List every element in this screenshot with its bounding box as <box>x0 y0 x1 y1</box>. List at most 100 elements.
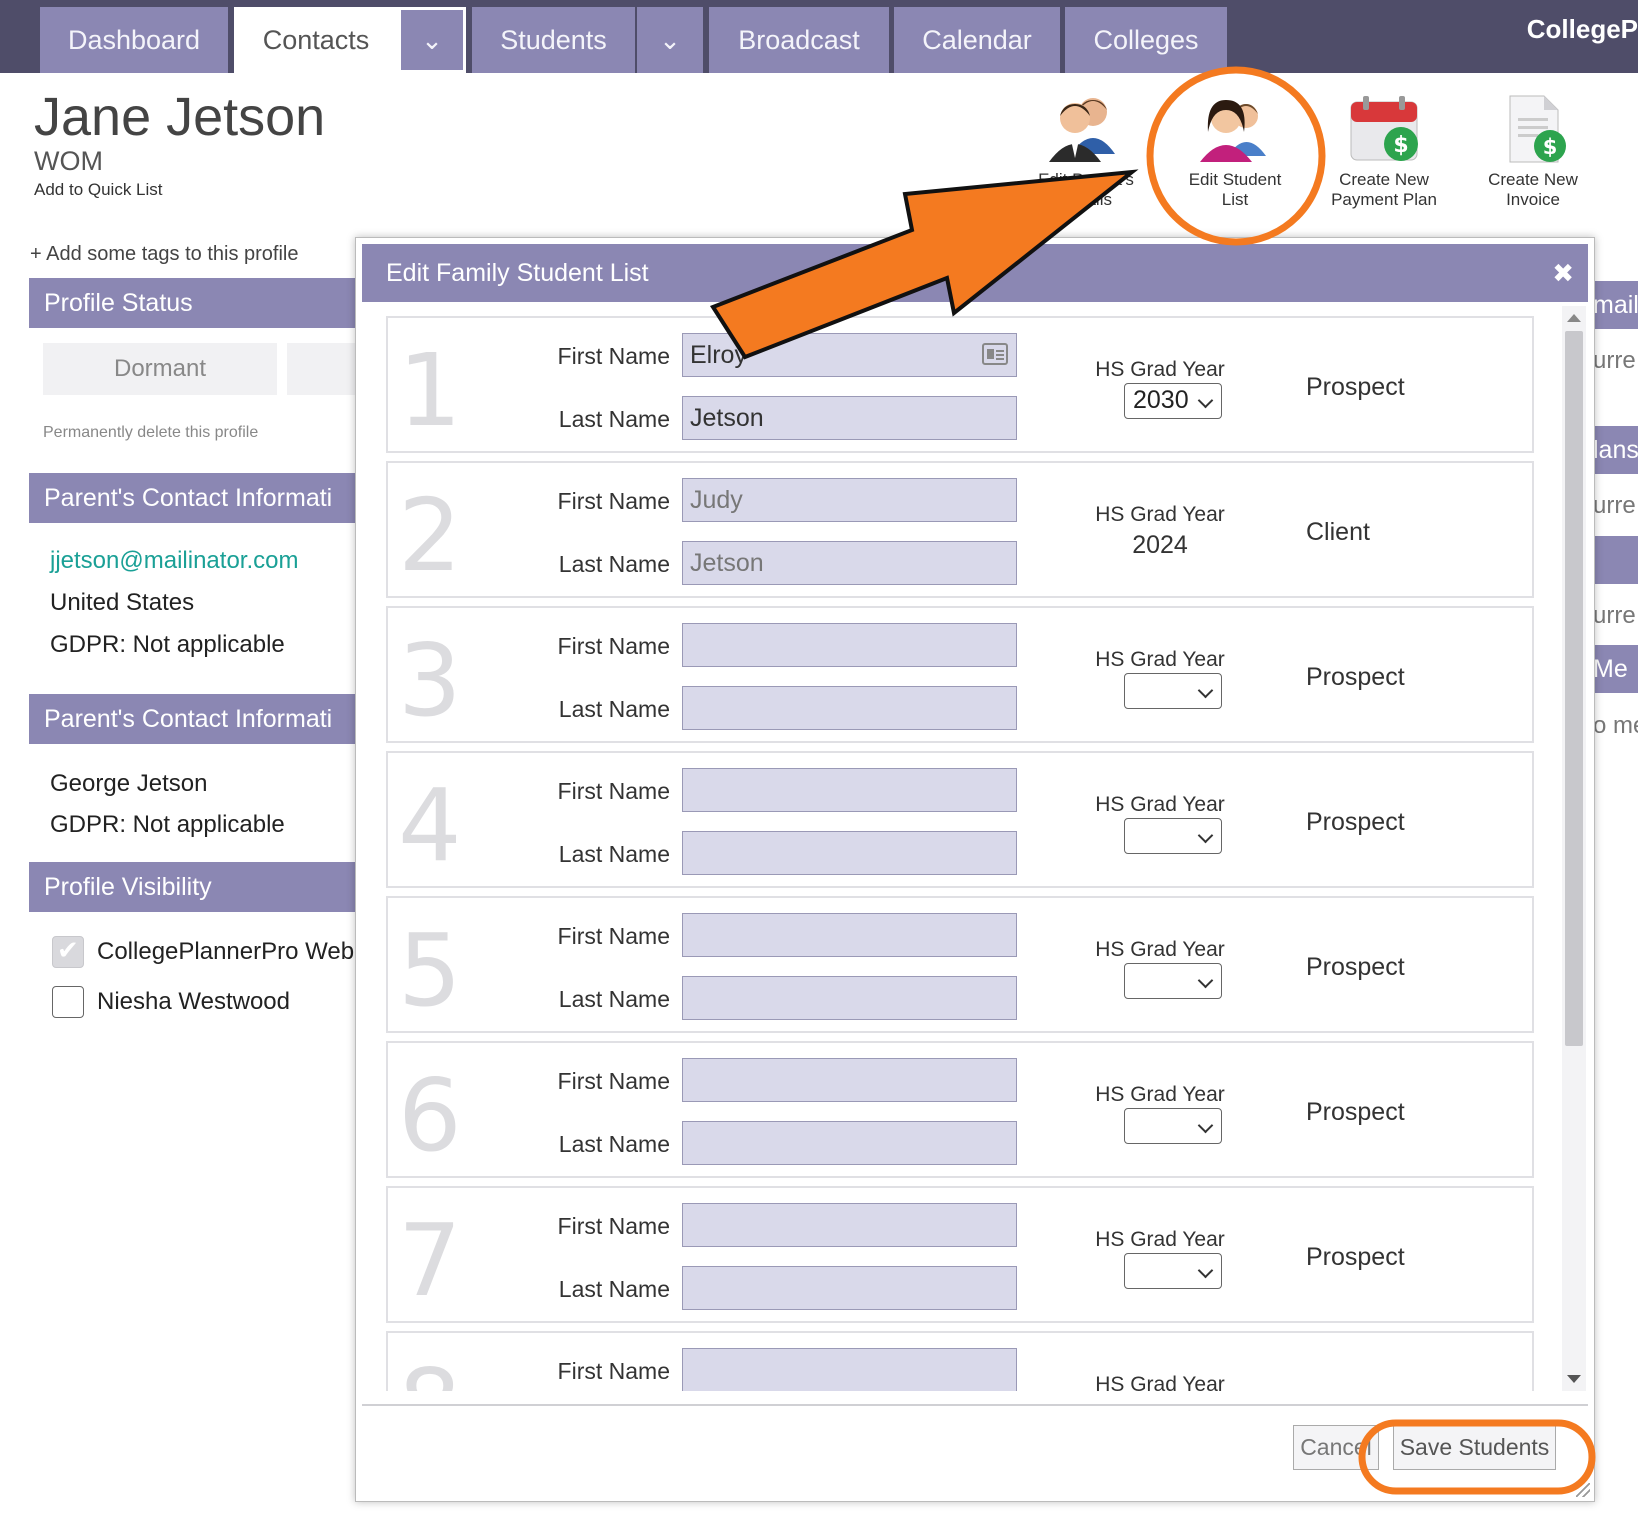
parent-contact-header-1: Parent's Contact Informati <box>29 473 355 523</box>
scroll-down-icon[interactable] <box>1567 1375 1581 1383</box>
contacts-dropdown-toggle[interactable]: ⌄ <box>398 7 466 73</box>
parent-gdpr-2: GDPR: Not applicable <box>50 811 285 838</box>
tab-contacts[interactable]: Contacts <box>234 7 398 73</box>
first-name-label: First Name <box>557 488 670 514</box>
first-name-label: First Name <box>557 1358 670 1384</box>
right-text-2: urre <box>1593 492 1636 519</box>
student-row: 7 First Name Last Name HS Grad Year Prospect <box>386 1186 1534 1323</box>
create-invoice-action[interactable]: $ Create New Invoice <box>1468 92 1598 210</box>
last-name-field[interactable] <box>682 976 1017 1020</box>
svg-text:$: $ <box>1393 133 1408 158</box>
student-status: Prospect <box>1306 1098 1405 1126</box>
first-name-field[interactable] <box>682 1203 1017 1247</box>
create-payment-plan-label-2: Payment Plan <box>1331 190 1437 209</box>
tab-dashboard[interactable]: Dashboard <box>40 7 228 73</box>
add-tags-link[interactable]: + Add some tags to this profile <box>30 243 299 266</box>
parent-gdpr-1: GDPR: Not applicable <box>50 631 285 658</box>
scroll-up-icon[interactable] <box>1567 314 1581 322</box>
edit-student-list-action[interactable]: Edit Student List <box>1170 92 1300 210</box>
visibility-checkbox-westwood[interactable] <box>52 986 84 1018</box>
parent-email-link[interactable]: jjetson@mailinator.com <box>50 547 298 575</box>
students-dropdown-toggle[interactable]: ⌄ <box>637 7 703 73</box>
cancel-button[interactable]: Cancel <box>1293 1425 1379 1470</box>
hs-grad-year-label: HS Grad Year <box>1095 1083 1225 1106</box>
hs-grad-year-label: HS Grad Year <box>1095 503 1225 526</box>
right-text-1: urre <box>1593 347 1636 374</box>
hs-grad-year-select[interactable] <box>1124 818 1222 854</box>
student-status: Prospect <box>1306 373 1405 401</box>
last-name-field[interactable]: Jetson <box>682 396 1017 440</box>
create-payment-plan-action[interactable]: $ Create New Payment Plan <box>1319 92 1449 210</box>
scroll-thumb[interactable] <box>1565 331 1583 1046</box>
hs-grad-year-select[interactable] <box>1124 1108 1222 1144</box>
chevron-down-icon: ⌄ <box>421 25 443 55</box>
last-name-field[interactable] <box>682 686 1017 730</box>
first-name-field[interactable] <box>682 1058 1017 1102</box>
student-list-icon <box>1200 100 1266 162</box>
student-row: 4 First Name Last Name HS Grad Year Prospect <box>386 751 1534 888</box>
status-button-2[interactable] <box>287 343 355 395</box>
student-row-number: 5 <box>398 912 462 1029</box>
student-row: 3 First Name Last Name HS Grad Year Prospect <box>386 606 1534 743</box>
close-icon[interactable]: ✖ <box>1552 244 1574 302</box>
dialog-title: Edit Family Student List <box>386 259 649 287</box>
last-name-label: Last Name <box>558 841 670 867</box>
first-name-value: Judy <box>690 486 743 514</box>
first-name-value: Elroy <box>690 341 747 369</box>
hs-grad-year-label: HS Grad Year <box>1095 1228 1225 1251</box>
delete-profile-link[interactable]: Permanently delete this profile <box>43 424 258 442</box>
last-name-field[interactable] <box>682 1121 1017 1165</box>
first-name-field[interactable] <box>682 913 1017 957</box>
profile-subtitle: WOM <box>34 146 103 176</box>
first-name-label: First Name <box>557 1213 670 1239</box>
student-row: 2 First Name Judy Last Name Jetson HS Grad Ye… <box>386 461 1534 598</box>
brand-name: CollegeP <box>1526 14 1638 44</box>
tab-students[interactable]: Students <box>472 7 635 73</box>
hs-grad-year-label: HS Grad Year <box>1095 938 1225 961</box>
visibility-label-web: CollegePlannerPro Web <box>97 938 355 965</box>
contact-card-icon[interactable] <box>982 343 1008 365</box>
first-name-field[interactable]: Elroy <box>682 333 1017 377</box>
first-name-label: First Name <box>557 923 670 949</box>
hs-grad-year-label: HS Grad Year <box>1095 1373 1225 1391</box>
hs-grad-year-select[interactable]: 2030 <box>1124 383 1222 419</box>
hs-grad-year-select[interactable] <box>1124 673 1222 709</box>
right-panel-header-plans: lans <box>1593 426 1638 474</box>
first-name-label: First Name <box>557 1068 670 1094</box>
first-name-field[interactable] <box>682 1348 1017 1391</box>
profile-name: Jane Jetson <box>34 87 326 147</box>
chevron-down-icon: ⌄ <box>659 25 681 55</box>
first-name-field[interactable] <box>682 623 1017 667</box>
student-status: Client <box>1306 518 1370 546</box>
add-to-quick-list-link[interactable]: Add to Quick List <box>34 180 163 200</box>
right-panel-header-meetings: Me <box>1593 645 1638 693</box>
tab-broadcast[interactable]: Broadcast <box>709 7 889 73</box>
last-name-label: Last Name <box>558 1276 670 1302</box>
dialog-scrollbar[interactable] <box>1562 306 1586 1391</box>
tab-colleges[interactable]: Colleges <box>1065 7 1227 73</box>
student-row-number: 1 <box>398 332 462 449</box>
tab-calendar[interactable]: Calendar <box>894 7 1060 73</box>
first-name-label: First Name <box>557 343 670 369</box>
chevron-down-icon <box>1197 392 1214 409</box>
last-name-field: Jetson <box>682 541 1017 585</box>
last-name-field[interactable] <box>682 831 1017 875</box>
profile-visibility-header: Profile Visibility <box>29 862 355 912</box>
student-row-number: 8 <box>398 1351 462 1392</box>
save-students-button[interactable]: Save Students <box>1393 1425 1556 1470</box>
student-row-number: 2 <box>398 477 462 594</box>
chevron-down-icon <box>1197 1117 1214 1134</box>
edit-parents-label-2: Details <box>1060 190 1112 209</box>
dormant-button[interactable]: Dormant <box>43 343 277 395</box>
visibility-checkbox-web[interactable] <box>52 935 84 968</box>
edit-parents-details-action[interactable]: Edit Parent's Details <box>1021 92 1151 210</box>
hs-grad-year-select[interactable] <box>1124 1253 1222 1289</box>
first-name-field[interactable] <box>682 768 1017 812</box>
edit-family-student-list-dialog: Edit Family Student List ✖ 1 First Name El… <box>355 237 1595 1502</box>
student-status: Prospect <box>1306 808 1405 836</box>
payment-plan-icon: $ <box>1350 96 1418 161</box>
student-row-number: 3 <box>398 622 462 739</box>
last-name-field[interactable] <box>682 1266 1017 1310</box>
resize-handle[interactable] <box>1576 1483 1590 1497</box>
hs-grad-year-select[interactable] <box>1124 963 1222 999</box>
